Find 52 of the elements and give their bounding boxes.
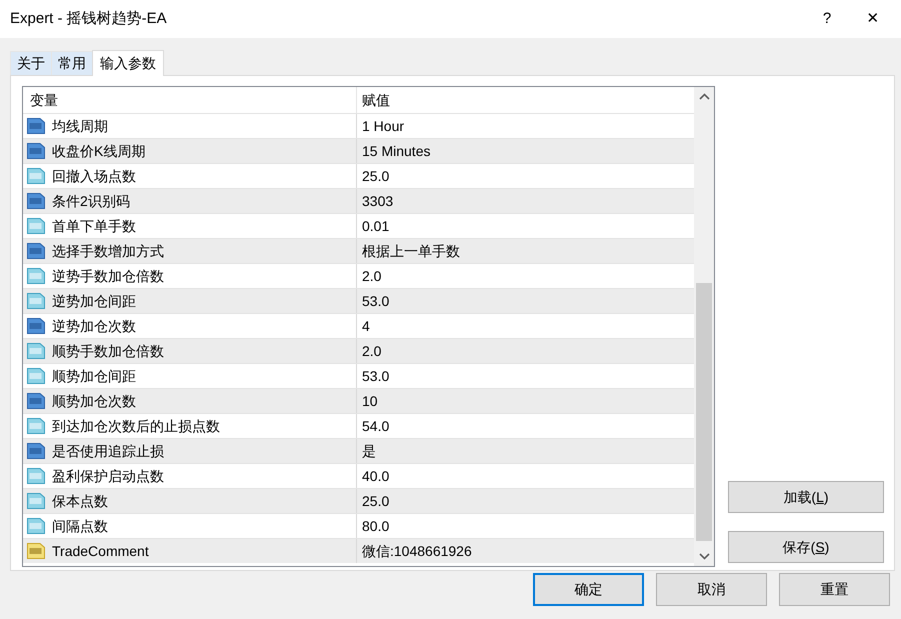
tab[interactable]: 关于 [10, 51, 52, 75]
parameter-value[interactable]: 2.0 [357, 264, 694, 288]
parameter-name: 逆势加仓次数 [52, 316, 136, 336]
parameter-name: 选择手数增加方式 [52, 242, 164, 260]
window-title: Expert - 摇钱树趋势-EA [10, 8, 168, 29]
save-button[interactable]: 保存(S) [728, 531, 884, 563]
parameter-value[interactable]: 53.0 [357, 364, 694, 388]
scroll-down-icon[interactable] [698, 553, 710, 560]
parameter-value[interactable]: 80.0 [357, 514, 694, 538]
parameter-name: 到达加仓次数后的止损点数 [52, 416, 220, 436]
parameter-name: 逆势手数加仓倍数 [52, 266, 164, 286]
scrollbar[interactable] [694, 87, 714, 566]
parameter-value[interactable]: 15 Minutes [357, 139, 694, 163]
reset-button[interactable]: 重置 [779, 573, 890, 606]
parameter-value[interactable]: 25.0 [357, 489, 694, 513]
parameter-value[interactable]: 微信:1048661926 [357, 539, 694, 563]
parameter-name: 条件2识别码 [52, 192, 130, 210]
parameter-value[interactable]: 1 Hour [357, 114, 694, 138]
tab[interactable]: 常用 [51, 51, 93, 75]
close-button[interactable]: ✕ [850, 0, 896, 38]
parameter-name: 顺势手数加仓倍数 [52, 342, 164, 360]
parameter-name: 顺势加仓次数 [52, 392, 136, 410]
parameter-name: 盈利保护启动点数 [52, 466, 164, 486]
parameter-value[interactable]: 根据上一单手数 [357, 239, 694, 263]
parameter-value[interactable]: 3303 [357, 189, 694, 213]
parameter-name: 保本点数 [52, 492, 108, 510]
scroll-thumb[interactable] [696, 283, 712, 541]
parameter-name: 间隔点数 [52, 516, 108, 536]
parameter-value[interactable]: 10 [357, 389, 694, 413]
parameter-name: 收盘价K线周期 [52, 142, 146, 160]
parameter-name: 首单下单手数 [52, 216, 136, 236]
parameter-name: 均线周期 [52, 116, 108, 136]
parameter-value[interactable]: 54.0 [357, 414, 694, 438]
parameter-name: 是否使用追踪止损 [52, 442, 164, 460]
parameter-value[interactable]: 25.0 [357, 164, 694, 188]
scroll-up-icon[interactable] [698, 93, 710, 100]
column-header[interactable]: 赋值 [357, 87, 694, 113]
parameter-name: 顺势加仓间距 [52, 366, 136, 386]
parameter-value[interactable]: 2.0 [357, 339, 694, 363]
parameter-value[interactable]: 53.0 [357, 289, 694, 313]
load-button[interactable]: 加载(L) [728, 481, 884, 513]
parameter-value[interactable]: 4 [357, 314, 694, 338]
parameter-name: TradeComment [52, 542, 149, 560]
cancel-button[interactable]: 取消 [656, 573, 767, 606]
parameter-value[interactable]: 40.0 [357, 464, 694, 488]
help-button[interactable]: ? [804, 0, 850, 38]
parameter-value[interactable]: 是 [357, 439, 694, 463]
parameter-name: 回撤入场点数 [52, 166, 136, 186]
tab[interactable]: 输入参数 [92, 50, 164, 76]
parameter-value[interactable]: 0.01 [357, 214, 694, 238]
ok-button[interactable]: 确定 [533, 573, 644, 606]
parameter-name: 逆势加仓间距 [52, 292, 136, 310]
